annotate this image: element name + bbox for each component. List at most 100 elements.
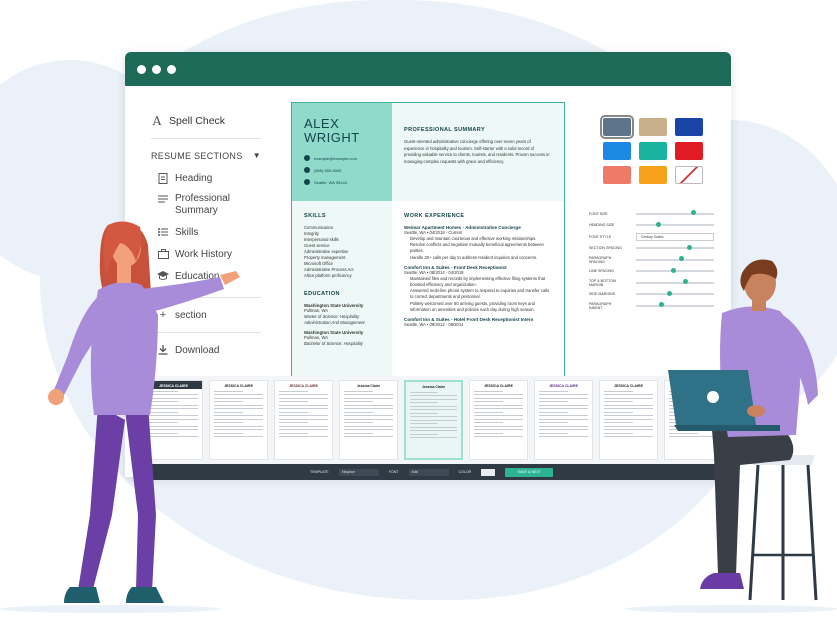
template-thumbnail[interactable]: JESSICA CLAIRE bbox=[274, 380, 333, 460]
window-dot-icon[interactable] bbox=[137, 64, 146, 74]
thumbnail-text-line bbox=[279, 411, 309, 413]
format-slider[interactable] bbox=[636, 210, 714, 216]
text-lines-icon bbox=[157, 193, 169, 205]
template-thumbnail[interactable]: JESSICA CLAIRE bbox=[534, 380, 593, 460]
template-thumbnail[interactable]: Jessica Claire bbox=[404, 380, 463, 460]
template-name: JESSICA CLAIRE bbox=[484, 384, 513, 388]
thumbnail-text-line bbox=[474, 432, 504, 434]
thumbnail-text-line bbox=[539, 401, 569, 402]
education-title: EDUCATION bbox=[304, 291, 340, 297]
spell-check-icon: A bbox=[152, 114, 162, 128]
thumbnail-text-line bbox=[474, 415, 523, 416]
thumbnail-text-line bbox=[410, 409, 457, 410]
thumbnail-text-line bbox=[604, 422, 634, 423]
location-pin-icon bbox=[304, 179, 310, 185]
thumbnail-text-line bbox=[279, 422, 309, 423]
template-thumbnail[interactable]: Jessica Claire bbox=[339, 380, 398, 460]
resume-last-name: WRIGHT bbox=[304, 130, 360, 145]
thumbnail-text-line bbox=[539, 411, 569, 413]
sidebar-item-heading[interactable]: Heading bbox=[151, 167, 275, 189]
thumbnail-text-line bbox=[344, 429, 393, 430]
thumbnail-text-line bbox=[410, 395, 457, 396]
template-select[interactable]: Elegance bbox=[338, 468, 379, 476]
thumbnail-text-line bbox=[344, 408, 393, 409]
template-label: TEMPLATE bbox=[310, 470, 329, 474]
skills-title: SKILLS bbox=[304, 213, 326, 219]
document-icon bbox=[157, 172, 169, 184]
thumbnail-text-line bbox=[410, 433, 439, 435]
thumbnail-text-line bbox=[279, 408, 328, 409]
thumbnail-text-line bbox=[539, 429, 588, 430]
thumbnail-text-line bbox=[474, 429, 523, 430]
thumbnail-text-line bbox=[539, 415, 588, 416]
color-swatch[interactable] bbox=[675, 142, 703, 160]
color-swatch[interactable] bbox=[675, 118, 703, 136]
resume-sections-header[interactable]: RESUME SECTIONS ▼ bbox=[151, 151, 261, 161]
summary-block: PROFESSIONAL SUMMARY Guest-oriented admi… bbox=[392, 103, 564, 201]
thumbnail-text-line bbox=[279, 397, 328, 399]
format-slider[interactable] bbox=[636, 244, 714, 250]
color-swatch[interactable] bbox=[603, 166, 631, 184]
color-swatch[interactable] bbox=[675, 166, 703, 184]
resume-contact: example@example.com (555) 555-5555 Seatt… bbox=[304, 155, 380, 185]
thumbnail-text-line bbox=[344, 436, 393, 437]
thumbnail-text-line bbox=[279, 436, 328, 437]
thumbnail-text-line bbox=[604, 401, 634, 402]
skills-list: Communication Integrity Interpersonal sk… bbox=[304, 225, 380, 279]
thumbnail-text-line bbox=[539, 432, 569, 434]
work-title: WORK EXPERIENCE bbox=[404, 213, 465, 219]
thumbnail-text-line bbox=[410, 405, 457, 407]
thumbnail-text-line bbox=[279, 415, 328, 416]
job-bullet: Answered multi-line phone system to resp… bbox=[410, 288, 550, 300]
thumbnail-text-line bbox=[344, 425, 393, 427]
thumbnail-text-line bbox=[410, 391, 439, 393]
divider bbox=[151, 138, 261, 139]
format-control: FONT STYLE Century Gothic bbox=[589, 231, 714, 243]
thumbnail-text-line bbox=[474, 394, 523, 395]
window-dot-icon[interactable] bbox=[152, 64, 161, 74]
job-bullet: Politely welcomed over 60 arriving guest… bbox=[410, 300, 535, 312]
color-swatch[interactable] bbox=[639, 142, 667, 160]
thumbnail-text-line bbox=[410, 426, 457, 428]
job-bullet: Handle 30+ calls per day to address resi… bbox=[410, 254, 538, 260]
format-control-label: LINE SPACING bbox=[589, 269, 614, 274]
color-swatch[interactable] bbox=[600, 115, 634, 139]
color-swatch[interactable] bbox=[639, 166, 667, 184]
resume-preview[interactable]: ALEX WRIGHT example@example.com (555) 55… bbox=[291, 102, 565, 382]
thumbnail-text-line bbox=[474, 390, 504, 392]
color-swatch[interactable] bbox=[603, 142, 631, 160]
color-select[interactable] bbox=[481, 468, 496, 476]
template-name: Jessica Claire bbox=[356, 384, 381, 388]
thumbnail-text-line bbox=[474, 397, 523, 399]
thumbnail-text-line bbox=[344, 415, 393, 416]
save-next-button[interactable]: SAVE & NEXT bbox=[505, 467, 554, 477]
slider-knob[interactable] bbox=[690, 210, 696, 216]
window-dot-icon[interactable] bbox=[167, 64, 176, 74]
format-control: SECTION SPACING bbox=[589, 243, 714, 255]
job-bullet: Maintained files and records by implemen… bbox=[410, 275, 546, 288]
thumbnail-text-line bbox=[344, 404, 393, 406]
spell-check-button[interactable]: A Spell Check bbox=[151, 110, 275, 132]
thumbnail-text-line bbox=[279, 401, 309, 402]
color-swatch[interactable] bbox=[639, 118, 667, 136]
format-slider[interactable] bbox=[636, 221, 714, 227]
thumbnail-text-line bbox=[279, 418, 328, 420]
thumbnail-text-line bbox=[410, 416, 457, 417]
slider-knob[interactable] bbox=[686, 244, 692, 250]
thumbnail-text-line bbox=[410, 423, 439, 424]
thumbnail-text-line bbox=[539, 425, 588, 427]
thumbnail-text-line bbox=[474, 436, 523, 437]
font-select[interactable]: Arial bbox=[408, 468, 449, 476]
slider-knob[interactable] bbox=[655, 221, 661, 227]
thumbnail-text-line bbox=[344, 432, 374, 434]
thumbnail-text-line bbox=[410, 398, 457, 400]
thumbnail-text-line bbox=[344, 394, 393, 395]
thumbnail-text-line bbox=[474, 425, 523, 427]
thumbnail-text-line bbox=[474, 401, 504, 402]
thumbnail-text-line bbox=[539, 408, 588, 409]
font-style-select[interactable]: Century Gothic bbox=[636, 232, 714, 241]
template-thumbnail[interactable]: JESSICA CLAIRE bbox=[469, 380, 528, 460]
color-swatches bbox=[600, 115, 703, 184]
thumbnail-text-line bbox=[604, 411, 634, 413]
email-icon bbox=[304, 155, 310, 161]
